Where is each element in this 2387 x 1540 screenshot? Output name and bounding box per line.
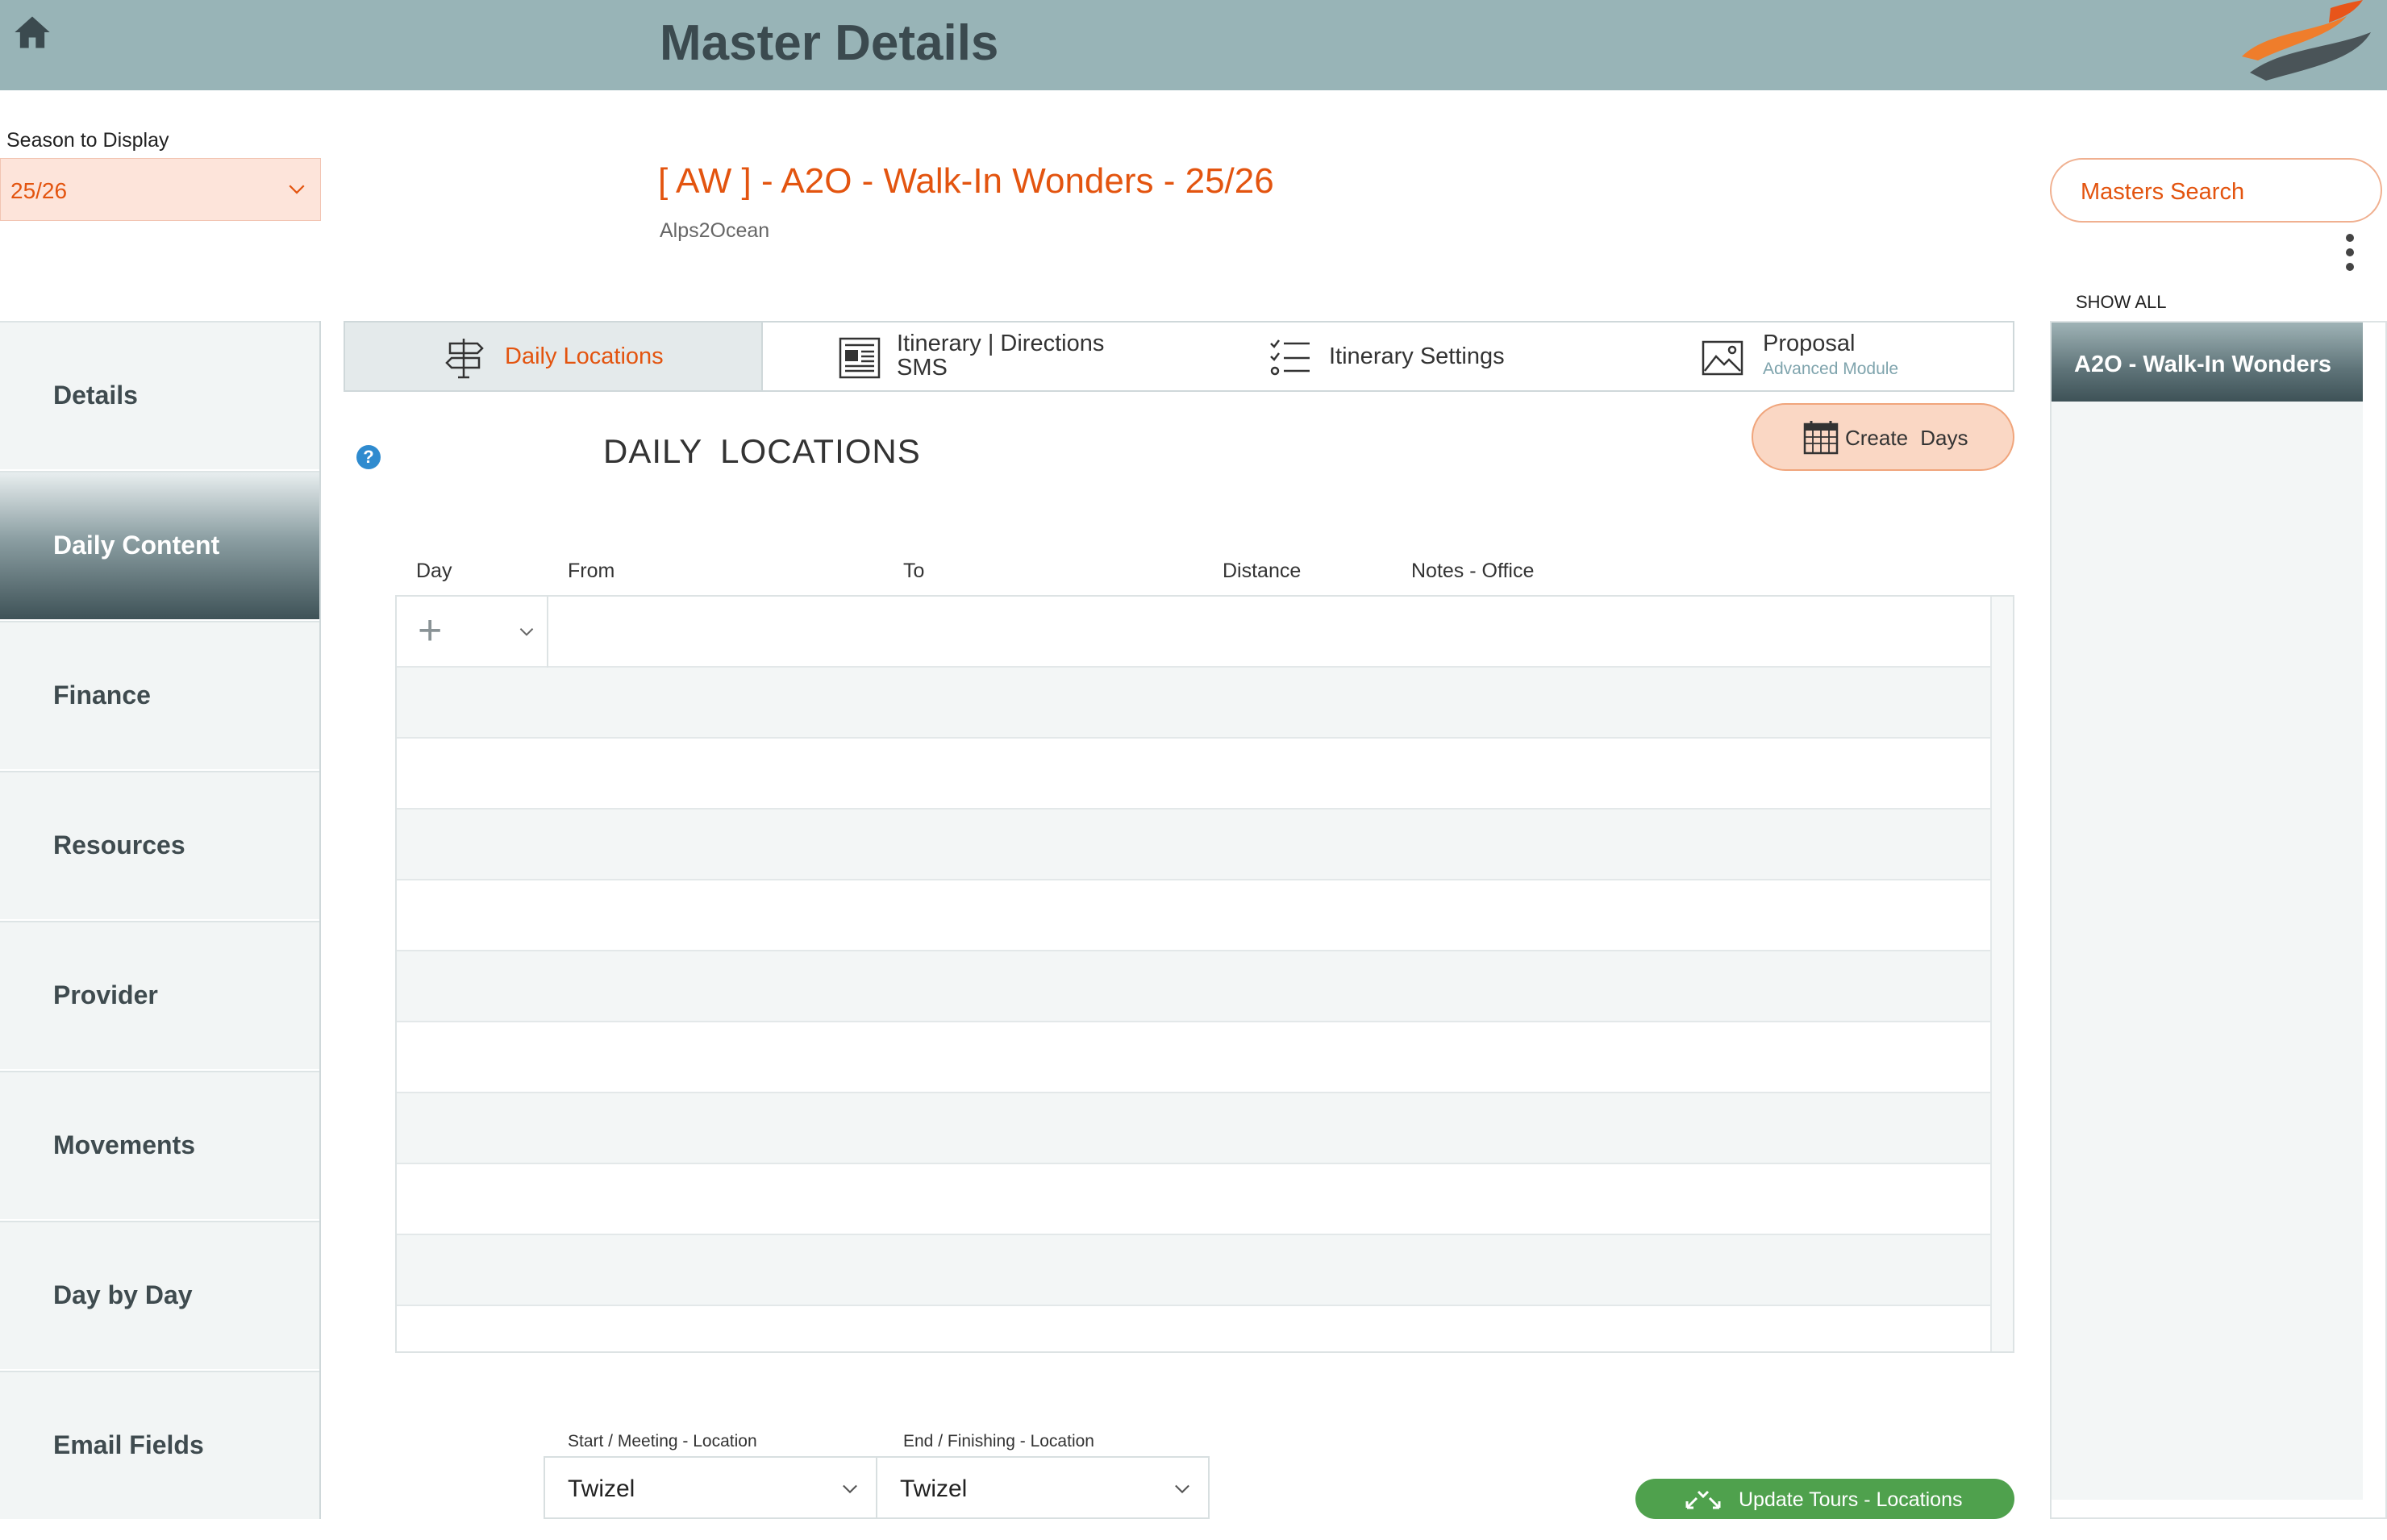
daily-locations-table: + [395, 595, 2014, 1353]
app-title: Master Details [660, 15, 999, 71]
tab-label: Daily Locations [505, 343, 664, 369]
top-header: Master Details [0, 0, 2387, 90]
sidebar-item-finance[interactable]: Finance [0, 621, 319, 769]
newspaper-icon [839, 337, 881, 379]
tab-itinerary-directions[interactable]: Itinerary | Directions SMS [764, 323, 1184, 390]
chevron-down-icon [843, 1484, 857, 1494]
master-subtitle: Alps2Ocean [660, 219, 770, 242]
sidebar-item-details[interactable]: Details [0, 321, 319, 469]
update-arrows-icon [1685, 1490, 1721, 1509]
start-location-value: Twizel [568, 1475, 635, 1502]
start-location-select[interactable]: Twizel [544, 1456, 877, 1519]
sidebar-item-provider[interactable]: Provider [0, 921, 319, 1069]
sidebar-item-label: Movements [53, 1130, 196, 1159]
table-row [397, 1093, 1990, 1164]
table-row [397, 1022, 1990, 1093]
sidebar-item-label: Daily Content [53, 531, 220, 560]
sidebar-item-daily-content[interactable]: Daily Content [0, 471, 319, 619]
masters-search-button[interactable]: Masters Search [2050, 158, 2382, 223]
plus-icon: + [418, 607, 443, 654]
end-location-select[interactable]: Twizel [876, 1456, 1210, 1519]
table-add-row: + [397, 597, 1990, 668]
chevron-down-icon [289, 185, 305, 194]
chevron-down-icon [1175, 1484, 1189, 1494]
signpost-icon [445, 339, 484, 379]
sidebar-item-label: Finance [53, 681, 151, 710]
table-scrollbar[interactable] [1990, 597, 2013, 1351]
column-header-to: To [903, 560, 925, 582]
sidebar: Details Daily Content Finance Resources … [0, 321, 321, 1519]
tab-bar: Daily Locations Itinerary | Directions S… [344, 321, 2014, 392]
sidebar-item-resources[interactable]: Resources [0, 771, 319, 919]
masters-list-item[interactable]: A2O - Walk-In Wonders [2052, 323, 2363, 402]
home-icon[interactable] [11, 11, 53, 53]
tab-label: Itinerary | Directions [897, 331, 1105, 356]
calendar-icon [1803, 421, 1839, 455]
column-header-distance: Distance [1223, 560, 1302, 582]
masters-search-label: Masters Search [2081, 179, 2245, 205]
tab-label: Proposal [1763, 331, 1856, 356]
tab-itinerary-settings[interactable]: Itinerary Settings [1184, 323, 1587, 390]
chevron-down-icon [519, 628, 534, 636]
end-location-value: Twizel [900, 1475, 968, 1502]
season-label: Season to Display [6, 129, 169, 152]
master-title: [ AW ] - A2O - Walk-In Wonders - 25/26 [658, 161, 1274, 201]
table-row [397, 668, 1990, 739]
sidebar-item-day-by-day[interactable]: Day by Day [0, 1221, 319, 1369]
tab-proposal[interactable]: Proposal Advanced Module [1587, 323, 2013, 390]
table-row [397, 951, 1990, 1022]
table-row [397, 1235, 1990, 1306]
tab-label: Itinerary Settings [1329, 343, 1505, 369]
column-header-notes-office: Notes - Office [1411, 560, 1535, 582]
end-location-label: End / Finishing - Location [903, 1432, 1094, 1451]
create-days-label: Create Days [1845, 426, 1968, 450]
update-tours-locations-button[interactable]: Update Tours - Locations [1635, 1479, 2014, 1519]
sidebar-item-label: Day by Day [53, 1280, 193, 1309]
table-row [397, 1164, 1990, 1235]
sidebar-item-label: Email Fields [53, 1430, 204, 1459]
table-row [397, 810, 1990, 880]
tab-label-sms: SMS [897, 355, 948, 381]
table-row [397, 739, 1990, 810]
sidebar-item-label: Resources [53, 830, 185, 859]
column-header-from: From [568, 560, 615, 582]
checklist-icon [1270, 339, 1310, 376]
tab-daily-locations[interactable]: Daily Locations [345, 323, 763, 390]
sidebar-item-label: Details [53, 381, 138, 410]
sidebar-item-label: Provider [53, 980, 158, 1009]
show-all-link[interactable]: SHOW ALL [2076, 292, 2166, 313]
swoosh-logo [2242, 0, 2371, 81]
masters-list-panel: A2O - Walk-In Wonders [2050, 321, 2387, 1519]
help-icon[interactable]: ? [356, 445, 381, 469]
sidebar-item-movements[interactable]: Movements [0, 1071, 319, 1219]
season-select[interactable]: 25/26 [0, 158, 321, 221]
season-value: 25/26 [10, 178, 68, 203]
image-icon [1702, 340, 1743, 376]
column-header-day: Day [416, 560, 452, 582]
update-tours-locations-label: Update Tours - Locations [1739, 1488, 1963, 1511]
masters-list-item-label: A2O - Walk-In Wonders [2074, 352, 2332, 377]
sidebar-item-email-fields[interactable]: Email Fields [0, 1371, 319, 1519]
create-days-button[interactable]: Create Days [1752, 403, 2014, 471]
masters-list: A2O - Walk-In Wonders [2052, 323, 2363, 1500]
add-day-dropdown[interactable]: + [397, 597, 548, 668]
more-options-icon[interactable] [2339, 234, 2361, 279]
tab-sublabel: Advanced Module [1763, 360, 1899, 378]
table-row [397, 880, 1990, 951]
start-location-label: Start / Meeting - Location [568, 1432, 757, 1451]
section-title: DAILY LOCATIONS [603, 432, 921, 470]
